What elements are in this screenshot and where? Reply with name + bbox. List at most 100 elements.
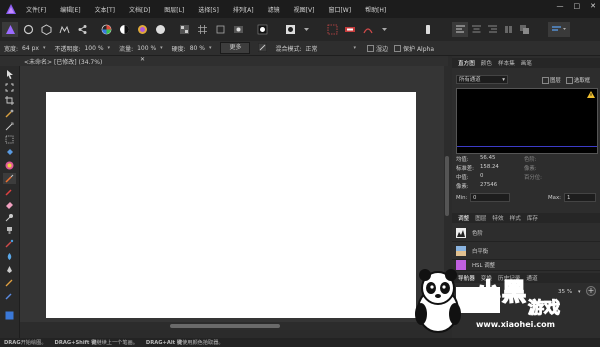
- opacity-value[interactable]: 100 %: [84, 45, 103, 52]
- flood-select-tool-icon[interactable]: [3, 121, 16, 132]
- auto-colors-icon[interactable]: [134, 22, 150, 37]
- mobile-icon[interactable]: [420, 22, 436, 37]
- align-right-icon[interactable]: [484, 22, 500, 37]
- menu-help[interactable]: 帮助[H]: [365, 5, 386, 14]
- document-tab[interactable]: <未命名> [已修改] (34.7%): [24, 57, 102, 66]
- grid-icon[interactable]: [194, 22, 210, 37]
- mask-red-icon[interactable]: [342, 22, 358, 37]
- flow-dropdown-icon[interactable]: ▾: [160, 45, 163, 51]
- document-canvas[interactable]: [46, 92, 416, 318]
- paint-brush-tool-icon[interactable]: [3, 173, 16, 184]
- auto-white-balance-icon[interactable]: [152, 22, 168, 37]
- dropdown-arrow-icon[interactable]: [376, 22, 392, 37]
- protect-alpha-label: 保护 Alpha: [403, 45, 435, 53]
- fill-tool-icon[interactable]: [3, 147, 16, 158]
- photo-persona-icon[interactable]: [2, 22, 18, 37]
- quick-mask-toggle-icon[interactable]: [282, 22, 298, 37]
- assistant-icon[interactable]: [176, 22, 192, 37]
- menu-layer[interactable]: 图层[L]: [164, 5, 184, 14]
- hardness-value[interactable]: 80 %: [190, 45, 205, 52]
- distribute-icon[interactable]: [500, 22, 516, 37]
- studio-layout-icon[interactable]: [548, 22, 570, 37]
- min-input[interactable]: 0: [470, 193, 510, 202]
- tab-adjustments[interactable]: 调整: [458, 214, 469, 222]
- selection-checkbox[interactable]: [566, 77, 573, 84]
- maximize-icon[interactable]: □: [574, 2, 581, 10]
- layer-checkbox[interactable]: [542, 77, 549, 84]
- vertical-scroll-thumb[interactable]: [445, 156, 449, 216]
- menu-text[interactable]: 文本[T]: [95, 5, 115, 14]
- quick-mask-icon[interactable]: [230, 22, 246, 37]
- width-value[interactable]: 64 px: [22, 45, 39, 52]
- dodge-tool-icon[interactable]: [3, 212, 16, 223]
- color-swatch-icon[interactable]: [3, 310, 16, 321]
- liquify-persona-icon[interactable]: [20, 22, 36, 37]
- canvas-area[interactable]: [20, 66, 448, 322]
- horizontal-scrollbar[interactable]: [20, 322, 448, 330]
- minimize-icon[interactable]: —: [557, 2, 564, 10]
- layer-label: 图层: [550, 78, 561, 84]
- auto-contrast-icon[interactable]: [116, 22, 132, 37]
- auto-levels-icon[interactable]: [98, 22, 114, 37]
- menu-file[interactable]: 文件[F]: [26, 5, 46, 14]
- menu-window[interactable]: 窗口[W]: [328, 5, 351, 14]
- channel-select[interactable]: 所有通道 ▾: [456, 75, 508, 84]
- text-tool-icon[interactable]: [3, 290, 16, 301]
- freehand-selection-tool-icon[interactable]: [3, 277, 16, 288]
- inpainting-tool-icon[interactable]: [3, 238, 16, 249]
- menu-document[interactable]: 文档[D]: [129, 5, 150, 14]
- more-button[interactable]: 更多: [220, 42, 251, 54]
- close-icon[interactable]: ✕: [590, 2, 596, 10]
- blend-mode-dropdown-icon[interactable]: ▾: [354, 45, 357, 51]
- snapping-icon[interactable]: [212, 22, 228, 37]
- menu-edit[interactable]: 编辑[E]: [60, 5, 80, 14]
- max-input[interactable]: 1: [564, 193, 596, 202]
- pen-tool-icon[interactable]: [3, 264, 16, 275]
- arrange-icon[interactable]: [516, 22, 532, 37]
- selection-brush-tool-icon[interactable]: [3, 108, 16, 119]
- document-close-icon[interactable]: ✕: [140, 56, 145, 63]
- align-left-icon[interactable]: [452, 22, 468, 37]
- tab-swatches[interactable]: 样本集: [498, 59, 515, 67]
- tab-stock[interactable]: 库存: [527, 214, 538, 222]
- align-center-icon[interactable]: [468, 22, 484, 37]
- color-replacement-tool-icon[interactable]: [3, 186, 16, 197]
- view-tool-icon[interactable]: [3, 82, 16, 93]
- refine-icon[interactable]: [360, 22, 376, 37]
- wet-edges-checkbox[interactable]: [367, 44, 375, 52]
- erase-tool-icon[interactable]: [3, 199, 16, 210]
- width-dropdown-icon[interactable]: ▾: [43, 45, 46, 51]
- opacity-dropdown-icon[interactable]: ▾: [108, 45, 111, 51]
- transform-grid-icon[interactable]: [324, 22, 340, 37]
- gradient-tool-icon[interactable]: [3, 160, 16, 171]
- tab-styles[interactable]: 样式: [510, 214, 521, 222]
- menu-view[interactable]: 视图[V]: [294, 5, 315, 14]
- export-persona-icon[interactable]: [74, 22, 90, 37]
- crop-tool-icon[interactable]: [3, 95, 16, 106]
- flow-value[interactable]: 100 %: [137, 45, 156, 52]
- menu-select[interactable]: 选择[S]: [198, 5, 219, 14]
- toggle-dropdown-icon[interactable]: [298, 22, 314, 37]
- blend-mode-value[interactable]: 正常: [306, 44, 350, 53]
- white-balance-icon: [456, 245, 466, 256]
- brush-settings-icon[interactable]: [258, 42, 268, 54]
- horizontal-scroll-thumb[interactable]: [170, 324, 280, 328]
- tab-layers[interactable]: 图层: [475, 214, 486, 222]
- adjustment-levels[interactable]: 色阶: [452, 224, 600, 242]
- marquee-tool-icon[interactable]: [3, 134, 16, 145]
- selection-mode-icon[interactable]: [254, 22, 270, 37]
- menu-filters[interactable]: 滤镜: [268, 5, 280, 14]
- tone-mapping-persona-icon[interactable]: [56, 22, 72, 37]
- tab-brushes[interactable]: 画笔: [521, 59, 532, 67]
- move-tool-icon[interactable]: [3, 69, 16, 80]
- develop-persona-icon[interactable]: [38, 22, 54, 37]
- tab-color[interactable]: 颜色: [481, 59, 492, 67]
- tab-effects[interactable]: 特效: [492, 214, 503, 222]
- clone-tool-icon[interactable]: [3, 225, 16, 236]
- tab-histogram[interactable]: 直方图: [458, 59, 475, 67]
- adjustment-white-balance[interactable]: 白平衡: [452, 242, 600, 260]
- blur-tool-icon[interactable]: [3, 251, 16, 262]
- hardness-dropdown-icon[interactable]: ▾: [209, 45, 212, 51]
- menu-arrange[interactable]: 排列[A]: [233, 5, 254, 14]
- protect-alpha-checkbox[interactable]: [394, 44, 402, 52]
